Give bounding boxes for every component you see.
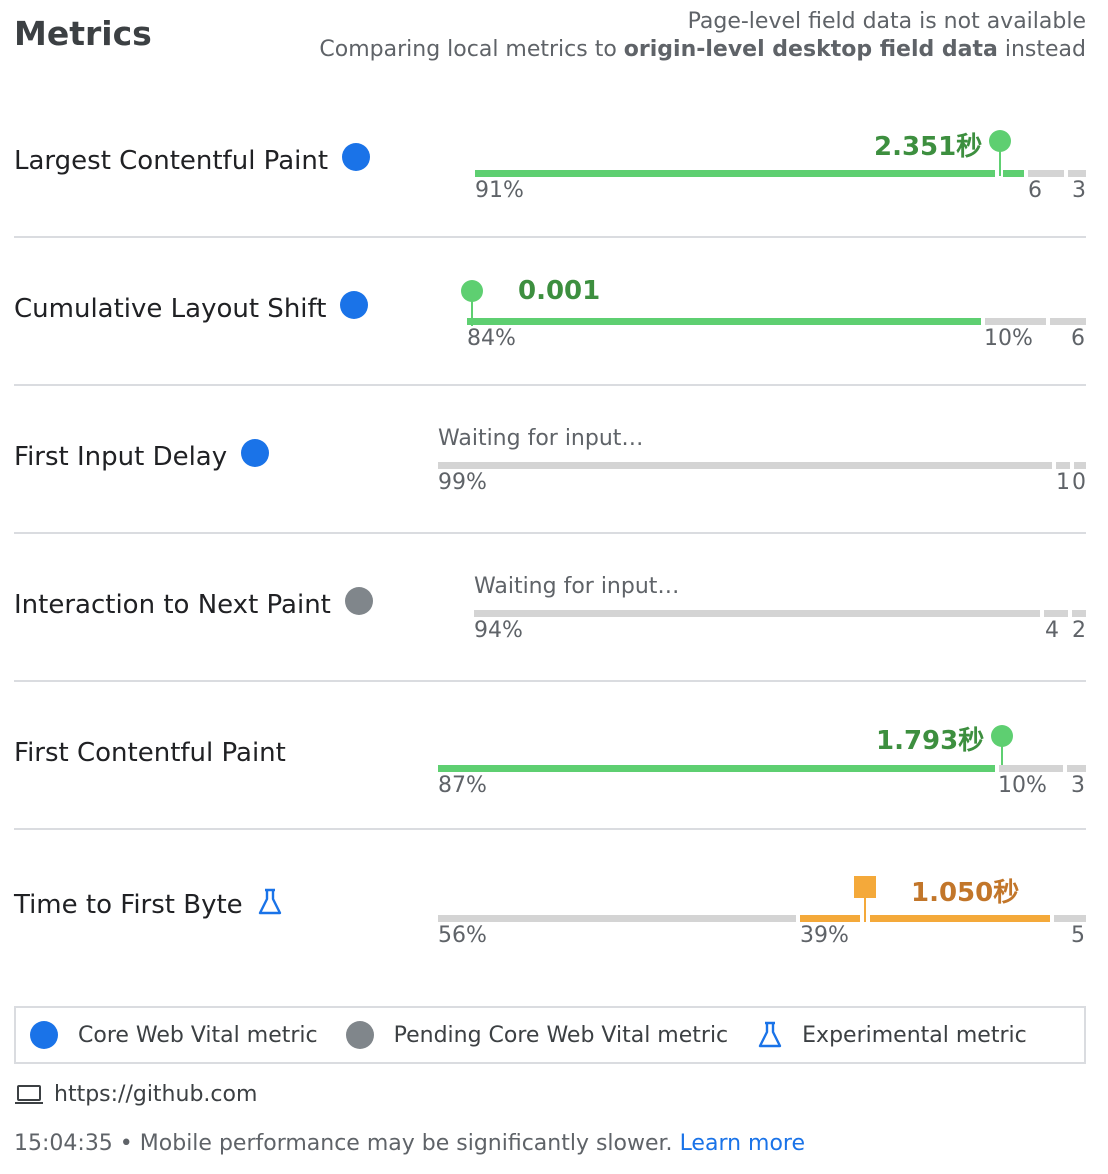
metric-name-ttfb: Time to First Byte bbox=[14, 888, 283, 920]
legend-core-label: Core Web Vital metric bbox=[78, 1022, 318, 1048]
value-marker-line bbox=[864, 896, 866, 922]
legend-pending: Pending Core Web Vital metric bbox=[345, 1021, 729, 1049]
bar-needs-improvement bbox=[1044, 610, 1068, 617]
separator: • bbox=[112, 1131, 140, 1156]
experimental-flask-icon bbox=[758, 1021, 782, 1048]
bar-good bbox=[438, 915, 796, 922]
pct-needs-improvement: 1 bbox=[1056, 470, 1070, 495]
learn-more-link[interactable]: Learn more bbox=[680, 1131, 805, 1156]
metric-value: 2.351秒 bbox=[874, 132, 983, 162]
core-web-vital-icon bbox=[342, 143, 371, 171]
metric-name-inp: Interaction to Next Paint bbox=[14, 587, 373, 620]
core-web-vital-icon bbox=[241, 439, 270, 467]
pct-poor: 3 bbox=[1072, 178, 1086, 203]
pct-good: 84% bbox=[467, 326, 516, 351]
bar-needs-improvement bbox=[999, 765, 1063, 772]
page-url-row: https://github.com bbox=[14, 1082, 257, 1107]
bar-poor bbox=[1054, 915, 1086, 922]
metric-row-fid: First Input Delay Waiting for input… 99%… bbox=[14, 386, 1086, 534]
core-web-vital-icon bbox=[30, 1021, 58, 1049]
metric-waiting: Waiting for input… bbox=[438, 426, 644, 451]
pct-needs-improvement: 10% bbox=[984, 326, 1033, 351]
metric-row-ttfb: Time to First Byte 1.050秒 56% 39% 5 bbox=[14, 830, 1086, 978]
page-url: https://github.com bbox=[54, 1082, 258, 1107]
field-data-note: Page-level field data is not available C… bbox=[319, 8, 1086, 64]
bar-good-tail bbox=[1003, 170, 1024, 177]
bar-needs-improvement bbox=[985, 318, 1046, 325]
pct-poor: 5 bbox=[1071, 923, 1085, 948]
bar-needs-improvement bbox=[1028, 170, 1064, 177]
experimental-flask-icon bbox=[258, 888, 281, 915]
metric-value: 1.050秒 bbox=[911, 878, 1020, 908]
bar-needs-improvement bbox=[1056, 462, 1070, 469]
value-marker-icon bbox=[854, 876, 876, 898]
metric-legend: Core Web Vital metric Pending Core Web V… bbox=[14, 1006, 1086, 1064]
metric-name-fcp: First Contentful Paint bbox=[14, 738, 286, 768]
pct-poor: 0 bbox=[1072, 470, 1086, 495]
pct-needs-improvement: 4 bbox=[1045, 618, 1059, 643]
pct-poor: 2 bbox=[1072, 618, 1086, 643]
pct-poor: 6 bbox=[1071, 326, 1085, 351]
note-suffix: instead bbox=[997, 37, 1086, 62]
bar-poor bbox=[1068, 170, 1086, 177]
metric-row-cls: Cumulative Layout Shift 0.001 84% 10% 6 bbox=[14, 238, 1086, 386]
metric-label: Interaction to Next Paint bbox=[14, 590, 331, 620]
metric-label: Time to First Byte bbox=[14, 890, 243, 920]
pct-good: 91% bbox=[475, 178, 524, 203]
pending-core-web-vital-icon bbox=[344, 587, 373, 615]
legend-core: Core Web Vital metric bbox=[30, 1021, 318, 1049]
metric-waiting: Waiting for input… bbox=[474, 574, 680, 599]
metric-label: Largest Contentful Paint bbox=[14, 146, 329, 176]
bar-needs-improvement-tail bbox=[870, 915, 1050, 922]
field-data-note-line1: Page-level field data is not available bbox=[687, 9, 1086, 34]
legend-experimental: Experimental metric bbox=[756, 1021, 1027, 1049]
pct-needs-improvement: 39% bbox=[800, 923, 849, 948]
metric-value: 1.793秒 bbox=[876, 726, 985, 756]
pct-poor: 3 bbox=[1071, 773, 1085, 798]
metric-label: First Input Delay bbox=[14, 442, 228, 472]
pct-good: 99% bbox=[438, 470, 487, 495]
metric-label: Cumulative Layout Shift bbox=[14, 294, 327, 324]
laptop-icon bbox=[15, 1084, 43, 1104]
bar-poor bbox=[1074, 462, 1086, 469]
value-marker-line bbox=[999, 148, 1001, 176]
pct-good: 87% bbox=[438, 773, 487, 798]
pending-core-web-vital-icon bbox=[345, 1021, 374, 1049]
metric-row-inp: Interaction to Next Paint Waiting for in… bbox=[14, 534, 1086, 682]
field-data-note-line2: Comparing local metrics to origin-level … bbox=[319, 36, 1086, 64]
bar-poor bbox=[1050, 318, 1086, 325]
pct-needs-improvement: 10% bbox=[998, 773, 1047, 798]
bar-needs-improvement bbox=[800, 915, 860, 922]
core-web-vital-icon bbox=[340, 291, 369, 319]
pct-good: 56% bbox=[438, 923, 487, 948]
note-bold: origin-level desktop field data bbox=[623, 37, 998, 62]
metric-name-cls: Cumulative Layout Shift bbox=[14, 291, 369, 324]
footer-message: Mobile performance may be significantly … bbox=[139, 1131, 673, 1156]
metric-row-lcp: Largest Contentful Paint 2.351秒 91% 6 3 bbox=[14, 90, 1086, 238]
bar-good bbox=[475, 170, 995, 177]
metric-label: First Contentful Paint bbox=[14, 738, 286, 768]
bar-good bbox=[438, 765, 995, 772]
bar-poor bbox=[1072, 610, 1086, 617]
page-title: Metrics bbox=[14, 14, 152, 53]
footer: 15:04:35 • Mobile performance may be sig… bbox=[14, 1131, 805, 1156]
bar-good bbox=[474, 610, 1040, 617]
note-prefix: Comparing local metrics to bbox=[319, 37, 624, 62]
bar-poor bbox=[1067, 765, 1086, 772]
pct-good: 94% bbox=[474, 618, 523, 643]
metric-value: 0.001 bbox=[518, 276, 601, 306]
legend-experimental-label: Experimental metric bbox=[802, 1022, 1027, 1048]
metric-name-lcp: Largest Contentful Paint bbox=[14, 143, 371, 176]
legend-pending-label: Pending Core Web Vital metric bbox=[393, 1022, 729, 1048]
pct-needs-improvement: 6 bbox=[1028, 178, 1042, 203]
metric-name-fid: First Input Delay bbox=[14, 439, 270, 472]
metric-row-fcp: First Contentful Paint 1.793秒 87% 10% 3 bbox=[14, 682, 1086, 830]
bar-good bbox=[438, 462, 1052, 469]
timestamp: 15:04:35 bbox=[14, 1131, 113, 1156]
bar-good bbox=[467, 318, 981, 325]
